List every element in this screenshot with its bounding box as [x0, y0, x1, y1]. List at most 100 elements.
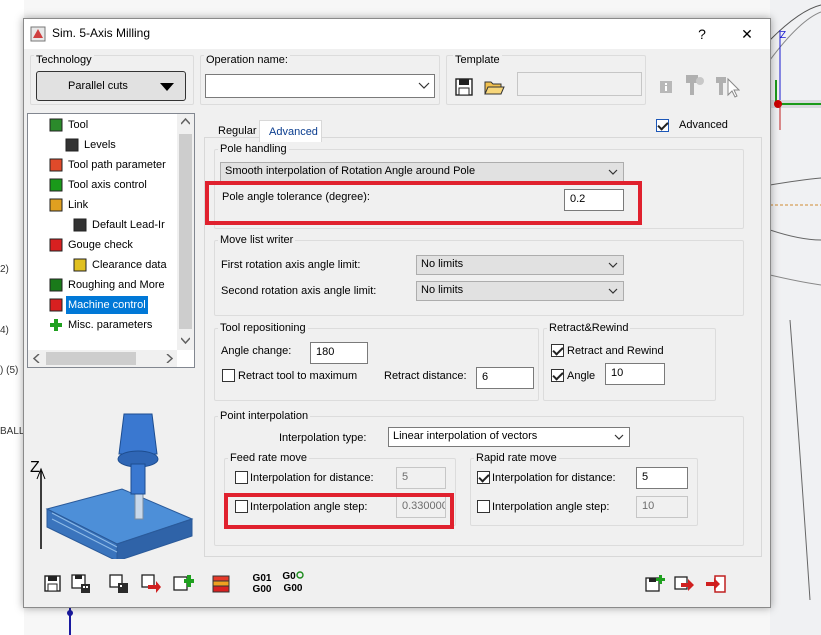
save-icon[interactable] — [42, 573, 64, 595]
interpolation-type-select[interactable]: Linear interpolation of vectors — [388, 427, 630, 447]
tree-item[interactable]: Roughing and More — [66, 276, 167, 294]
first-axis-limit-select[interactable]: No limits — [416, 255, 624, 275]
scroll-thumb[interactable] — [179, 134, 192, 329]
tree-item[interactable]: Misc. parameters — [66, 316, 154, 334]
rapid-rate-title: Rapid rate move — [474, 452, 559, 464]
pole-mode-select[interactable]: Smooth interpolation of Rotation Angle a… — [220, 162, 624, 182]
tree-item[interactable]: Link — [66, 196, 90, 214]
save-and-add-icon[interactable] — [644, 573, 666, 595]
operation-name-combo[interactable] — [205, 74, 435, 98]
move-list-writer-title: Move list writer — [218, 234, 296, 246]
tool-settings-icon[interactable] — [683, 73, 705, 97]
pole-handling-title: Pole handling — [218, 143, 289, 155]
tree-item[interactable]: Tool path parameter — [66, 156, 168, 174]
g0-code-button[interactable]: G0 G00 — [280, 571, 306, 599]
rapid-distance-checkbox[interactable] — [477, 471, 490, 484]
scroll-left-icon[interactable] — [33, 354, 40, 363]
g0-top-label: G0 — [282, 571, 296, 582]
rapid-distance-label: Interpolation for distance: — [492, 472, 616, 484]
template-field[interactable] — [517, 72, 642, 96]
preview-z-label: Z — [30, 459, 40, 476]
tree-item[interactable]: Gouge check — [66, 236, 135, 254]
tree-item[interactable]: Tool — [66, 116, 90, 134]
clearance-icon — [73, 258, 87, 272]
save-add-icon[interactable] — [172, 573, 194, 595]
bg-label: 4) — [0, 325, 9, 336]
tree-item[interactable]: Machine control — [66, 296, 148, 314]
feed-distance-input[interactable]: 5 — [396, 467, 446, 489]
tool-repositioning-title: Tool repositioning — [218, 322, 308, 334]
angle-checkbox[interactable] — [551, 369, 564, 382]
link-icon — [49, 198, 63, 212]
operation-group: Operation name: — [200, 54, 440, 105]
angle-change-input[interactable]: 180 — [310, 342, 368, 364]
chevron-down-icon — [608, 169, 618, 175]
tree-item-label: Roughing and More — [68, 279, 165, 291]
tree-item[interactable]: Levels — [82, 136, 118, 154]
save-export-icon[interactable] — [140, 573, 162, 595]
retract-max-checkbox[interactable] — [222, 369, 235, 382]
tree-item[interactable]: Tool axis control — [66, 176, 149, 194]
tree-horizontal-scrollbar[interactable] — [28, 350, 177, 367]
technology-select[interactable]: Parallel cuts — [36, 71, 186, 101]
retract-distance-input[interactable]: 6 — [476, 367, 534, 389]
retract-distance-label: Retract distance: — [384, 370, 467, 382]
save-template-icon[interactable] — [453, 76, 475, 98]
scroll-up-icon[interactable] — [181, 118, 190, 125]
chevron-down-icon — [614, 434, 624, 440]
bg-axis-label: Z — [780, 30, 787, 41]
sim-5axis-dialog: Sim. 5-Axis Milling ? ✕ Technology Paral… — [23, 18, 771, 608]
tab-advanced[interactable]: Advanced — [259, 120, 322, 142]
operation-label: Operation name: — [204, 54, 290, 66]
tree-item[interactable]: Clearance data — [90, 256, 169, 274]
g01-bottom-label: G00 — [252, 584, 272, 595]
open-folder-icon[interactable] — [483, 76, 505, 98]
tool-preview-image — [36, 413, 194, 559]
tab-regular[interactable]: Regular — [214, 123, 259, 141]
stock-layers-icon[interactable] — [210, 573, 232, 595]
lead-in-icon — [73, 218, 87, 232]
app-icon — [30, 26, 46, 42]
dropdown-arrow-icon — [160, 83, 174, 91]
cad-viewport-right: Z — [770, 0, 821, 635]
info-icon[interactable] — [658, 79, 674, 95]
rapid-angle-checkbox[interactable] — [477, 500, 490, 513]
tool-icon — [49, 118, 63, 132]
angle-change-label: Angle change: — [221, 345, 292, 357]
advanced-checkbox[interactable] — [656, 119, 669, 132]
exit-icon[interactable] — [705, 573, 727, 595]
tool-pick-icon[interactable] — [714, 73, 740, 99]
tree-vertical-scrollbar[interactable] — [177, 114, 194, 350]
chevron-down-icon — [608, 288, 618, 294]
retract-rewind-checkbox[interactable] — [551, 344, 564, 357]
gear-icon — [295, 571, 304, 579]
technology-value: Parallel cuts — [68, 80, 128, 92]
g01-top-label: G01 — [252, 573, 272, 584]
save-calc-close-icon[interactable] — [108, 573, 130, 595]
tree-item-label: Clearance data — [92, 259, 167, 271]
bg-label: 2) — [0, 264, 9, 275]
point-interpolation-title: Point interpolation — [218, 410, 311, 422]
save-and-run-icon[interactable] — [673, 573, 695, 595]
rapid-distance-input[interactable]: 5 — [636, 467, 688, 489]
advanced-checkbox-label: Advanced — [679, 119, 728, 131]
save-calculate-icon[interactable] — [70, 573, 92, 595]
highlight-box — [224, 493, 454, 529]
g01-code-button[interactable]: G01 G00 — [250, 573, 274, 599]
tree-item-label: Link — [68, 199, 89, 211]
cad-viewport-left: 2) 4) ) (5) BALL — [0, 0, 24, 635]
second-axis-limit-label: Second rotation axis angle limit: — [221, 285, 377, 297]
feed-distance-checkbox[interactable] — [235, 471, 248, 484]
pole-mode-value: Smooth interpolation of Rotation Angle a… — [225, 165, 476, 177]
tree-item[interactable]: Default Lead-Ir — [90, 216, 167, 234]
machine-control-icon — [49, 298, 63, 312]
rapid-angle-input[interactable]: 10 — [636, 496, 688, 518]
scroll-thumb-horizontal[interactable] — [46, 352, 136, 365]
scroll-down-icon[interactable] — [181, 337, 190, 344]
close-button[interactable]: ✕ — [724, 19, 770, 49]
rewind-angle-input[interactable]: 10 — [605, 363, 665, 385]
window-title: Sim. 5-Axis Milling — [52, 26, 151, 40]
scroll-right-icon[interactable] — [166, 354, 173, 363]
second-axis-limit-select[interactable]: No limits — [416, 281, 624, 301]
help-button[interactable]: ? — [679, 19, 725, 49]
